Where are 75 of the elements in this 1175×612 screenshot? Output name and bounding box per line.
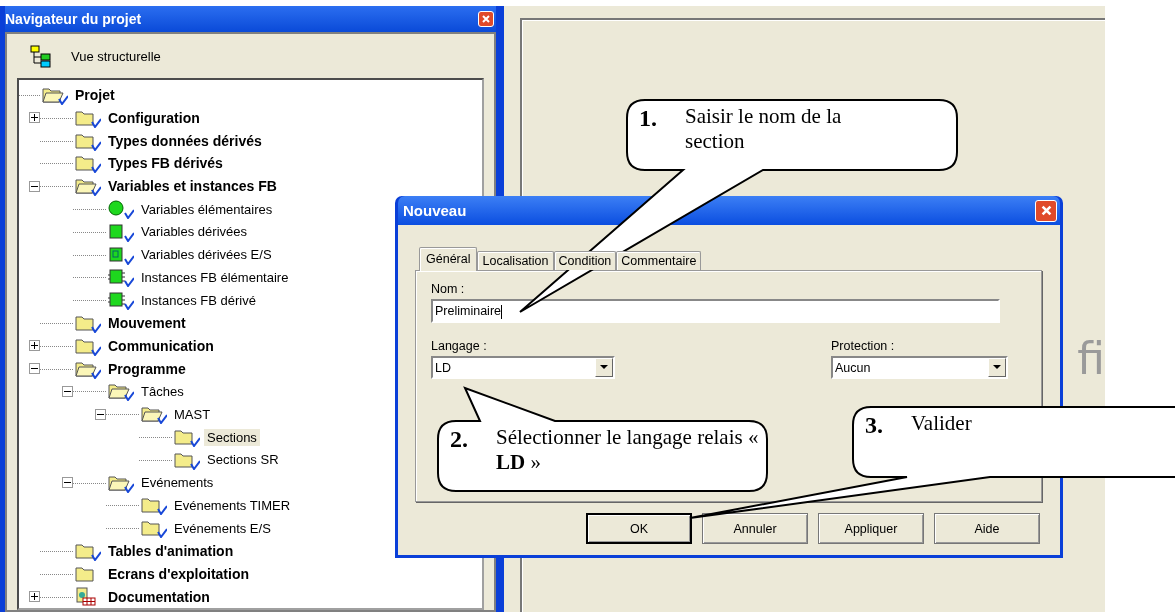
tree-item[interactable]: Projet xyxy=(72,86,118,105)
dialog-button[interactable]: Annuler xyxy=(702,513,808,544)
folder-icon xyxy=(75,153,101,174)
block-icon xyxy=(108,267,134,288)
folder-icon xyxy=(141,518,167,539)
folder-icon xyxy=(174,427,200,447)
tree-item[interactable]: Communication xyxy=(105,336,217,355)
tab[interactable]: Localisation xyxy=(477,251,554,270)
collapse-icon[interactable] xyxy=(95,408,106,420)
open-folder-icon xyxy=(108,381,134,402)
language-dropdown[interactable]: LD xyxy=(431,356,615,379)
tree-item[interactable]: Sections xyxy=(204,428,260,446)
callout-text: Saisir le nom de la section xyxy=(685,104,843,155)
window-title: Navigateur du projet xyxy=(5,10,142,27)
close-button[interactable] xyxy=(478,10,494,27)
collapse-icon[interactable] xyxy=(62,477,73,489)
tree-item[interactable]: Variables élémentaires xyxy=(138,200,276,218)
block-icon xyxy=(108,221,134,242)
folder-icon xyxy=(75,313,101,334)
tree-item[interactable]: Evénements E/S xyxy=(171,519,274,537)
tree-item[interactable]: Types FB dérivés xyxy=(105,154,226,173)
tree-item[interactable]: Evénements TIMER xyxy=(171,496,294,514)
callout-text: Valider xyxy=(911,411,973,437)
tab[interactable]: Commentaire xyxy=(616,251,702,270)
open-folder-icon xyxy=(42,85,68,106)
tree-item[interactable]: Variables et instances FB xyxy=(105,177,280,196)
tree-item[interactable]: Instances FB dérivé xyxy=(138,291,259,309)
structure-tree-icon[interactable] xyxy=(29,44,53,69)
tree-item[interactable]: Tables d'animation xyxy=(105,542,237,560)
tree-item[interactable]: Instances FB élémentaire xyxy=(138,268,292,286)
step-number: 2. xyxy=(450,425,469,454)
block-icon xyxy=(108,244,134,265)
tree-item[interactable]: Types données dérivés xyxy=(105,131,265,150)
collapse-icon[interactable] xyxy=(29,180,40,192)
tree-item[interactable]: Mouvement xyxy=(105,314,189,333)
protection-dropdown[interactable]: Aucun xyxy=(831,356,1008,379)
tree-item[interactable]: Variables dérivées E/S xyxy=(138,246,275,264)
tree-item[interactable]: Sections SR xyxy=(204,451,282,469)
expand-icon[interactable] xyxy=(29,591,40,603)
collapse-icon[interactable] xyxy=(29,363,40,375)
close-icon xyxy=(1039,204,1053,217)
tree-item[interactable]: Evénements xyxy=(138,474,217,492)
folder-icon xyxy=(75,541,101,561)
field-label: Nom : xyxy=(431,282,466,296)
tab[interactable]: Général xyxy=(419,247,478,271)
tree-item[interactable]: MAST xyxy=(171,405,214,423)
background-text: fi xyxy=(1077,333,1105,384)
tree-item[interactable]: Programme xyxy=(105,359,189,378)
tree-item[interactable]: Tâches xyxy=(138,382,187,400)
step-number: 1. xyxy=(639,104,658,133)
close-icon xyxy=(481,13,491,24)
dialog-button[interactable]: Appliquer xyxy=(818,513,924,544)
callout-text: Sélectionner le langage relais « LD » xyxy=(496,425,760,476)
step-number: 3. xyxy=(865,411,884,440)
collapse-icon[interactable] xyxy=(62,386,73,398)
block-icon xyxy=(108,290,134,311)
expand-icon[interactable] xyxy=(29,340,40,352)
dialog-button[interactable]: OK xyxy=(586,513,692,544)
close-button[interactable] xyxy=(1035,199,1057,222)
tree-item[interactable]: Ecrans d'exploitation xyxy=(105,564,253,583)
folder-icon xyxy=(141,495,167,516)
open-folder-icon xyxy=(141,404,167,425)
dialog-button[interactable]: Aide xyxy=(934,513,1040,544)
tab[interactable]: Condition xyxy=(553,251,617,270)
expand-icon[interactable] xyxy=(29,112,40,124)
name-input[interactable]: Preliminaire xyxy=(431,299,1000,323)
field-label: Protection : xyxy=(831,339,896,353)
ball-icon xyxy=(108,199,134,220)
view-label: Vue structurelle xyxy=(71,49,161,65)
open-folder-icon xyxy=(75,176,101,197)
tree-item[interactable]: Configuration xyxy=(105,108,203,127)
dialog-title: Nouveau xyxy=(403,202,467,219)
tree-item[interactable]: Documentation xyxy=(105,587,213,606)
tree-item[interactable]: Variables dérivées xyxy=(138,223,250,241)
field-label: Langage : xyxy=(431,339,488,353)
